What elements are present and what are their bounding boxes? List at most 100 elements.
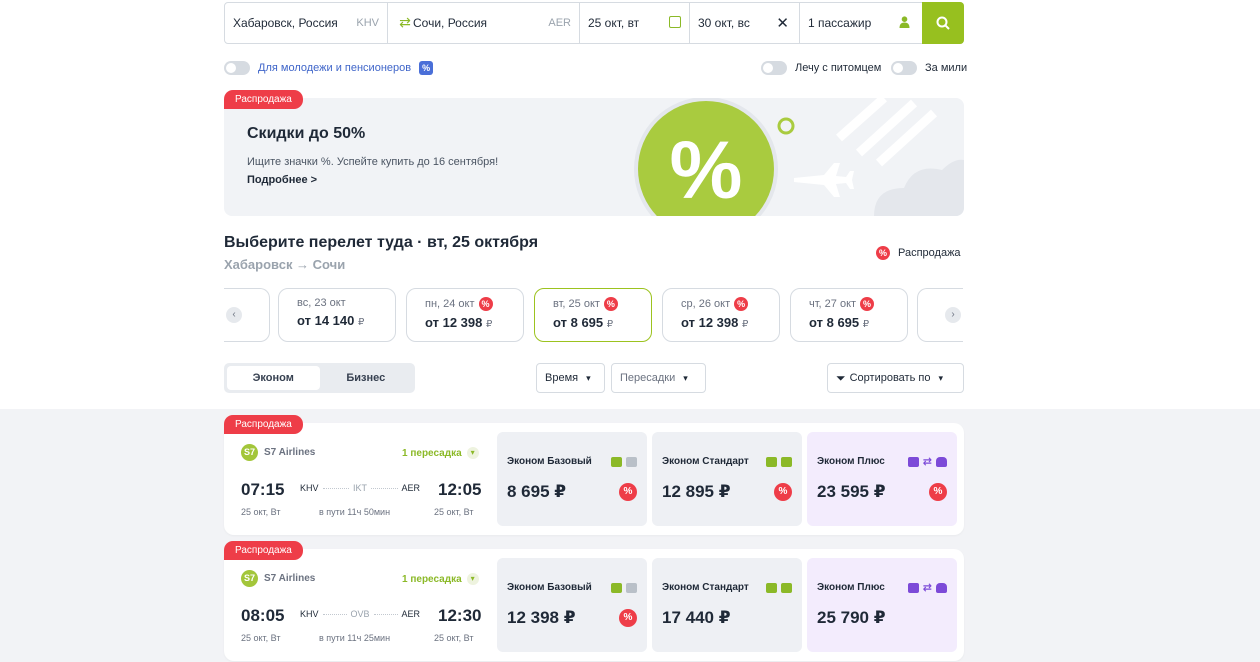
arrival-code: AER [401, 483, 421, 493]
miles-toggle[interactable] [891, 61, 917, 75]
date-tile-price: от 14 140 [297, 313, 355, 328]
sale-percent-icon: % [774, 483, 792, 501]
youth-label[interactable]: Для молодежи и пенсионеров [258, 62, 411, 74]
sale-percent-icon: % [734, 297, 749, 311]
chevron-down-icon: ▾ [586, 372, 591, 383]
departure-code: KHV [300, 609, 319, 619]
fare-option[interactable]: Эконом Стандарт 17 440 ₽ [652, 558, 802, 652]
cabin-switch: Эконом Бизнес [224, 363, 415, 393]
fare-price: 25 790 ₽ [817, 608, 886, 627]
chevron-down-icon: ▾ [466, 447, 479, 459]
carry-on-icon [611, 456, 622, 467]
sale-banner[interactable]: Скидки до 50% Ищите значки %. Успейте ку… [224, 98, 964, 216]
transfers-filter[interactable]: Пересадки ▾ [611, 363, 706, 393]
date-back-field[interactable]: 30 окт, вс ✕ [690, 3, 800, 43]
sort-dropdown[interactable]: ⏷ Сортировать по ▾ [827, 363, 964, 393]
chevron-right-icon: › [945, 307, 961, 323]
fare-option[interactable]: Эконом Базовый 8 695 ₽% [497, 432, 647, 526]
stops-label: 1 пересадка [402, 573, 462, 585]
clear-date-icon[interactable]: ✕ [776, 14, 789, 32]
stops-toggle[interactable]: 1 пересадка ▾ [402, 447, 479, 459]
flight-sale-tag: Распродажа [224, 541, 303, 560]
date-tile[interactable]: пн, 24 окт% от 12 398 ₽ [406, 288, 524, 342]
no-baggage-icon [626, 582, 637, 593]
sale-percent-icon: % [929, 483, 947, 501]
origin-field[interactable]: Хабаровск, Россия KHV [225, 3, 388, 43]
banner-illustration: % [634, 98, 964, 216]
date-tile-price: от 12 398 [425, 315, 483, 330]
s7-logo-icon: S7 [241, 570, 258, 587]
currency-sign: ₽ [357, 317, 365, 328]
fare-name: Эконом Плюс [817, 456, 885, 467]
chevron-down-icon: ▾ [683, 372, 688, 383]
miles-option[interactable]: За мили [891, 61, 967, 75]
tab-business[interactable]: Бизнес [320, 366, 413, 390]
youth-option[interactable]: Для молодежи и пенсионеров % [224, 61, 434, 75]
arrival-code: AER [401, 609, 421, 619]
banner-title: Скидки до 50% [247, 125, 366, 142]
flight-sale-tag: Распродажа [224, 415, 303, 434]
departure-date: 25 окт, Вт [241, 507, 281, 517]
carry-on-icon [766, 582, 777, 593]
date-there-value: 25 окт, вт [588, 16, 640, 30]
fare-name: Эконом Базовый [507, 582, 592, 593]
currency-sign: ₽ [485, 319, 493, 330]
date-there-field[interactable]: 25 окт, вт [580, 3, 690, 43]
flight-card[interactable]: Распродажа S7 S7 Airlines 1 пересадка ▾ 08:05… [224, 541, 964, 661]
search-icon [936, 16, 950, 30]
transfer-code: OVB [350, 609, 370, 619]
flight-duration: в пути 11ч 25мин [319, 633, 391, 643]
date-tile[interactable]: чт, 27 окт% от 8 695 ₽ [790, 288, 908, 342]
baggage-icon [781, 456, 792, 467]
chevron-left-icon: ‹ [226, 307, 242, 323]
sale-percent-icon: % [478, 297, 493, 311]
exchange-icon: ⇄ [922, 455, 932, 468]
search-button[interactable] [922, 2, 964, 44]
sale-legend-label: Распродажа [898, 247, 961, 259]
date-tile[interactable]: ср, 26 окт% от 12 398 ₽ [662, 288, 780, 342]
flight-card[interactable]: Распродажа S7 S7 Airlines 1 пересадка ▾ 07:15… [224, 415, 964, 535]
carousel-prev[interactable]: ‹ [224, 288, 270, 342]
fare-option[interactable]: Эконом Плюс ⇄ 25 790 ₽ [807, 558, 957, 652]
s7-logo-icon: S7 [241, 444, 258, 461]
chevron-down-icon: ▾ [938, 372, 943, 383]
fare-option[interactable]: Эконом Плюс ⇄ 23 595 ₽% [807, 432, 957, 526]
seat-icon [936, 456, 947, 467]
discount-icon: % [419, 61, 434, 75]
carousel-next[interactable]: › [917, 288, 963, 342]
calendar-icon [669, 16, 681, 28]
departure-code: KHV [300, 483, 319, 493]
flight-duration: в пути 11ч 50мин [319, 507, 391, 517]
pet-label: Лечу с питомцем [795, 62, 882, 74]
transfer-code: IKT [353, 483, 368, 493]
date-tile[interactable]: вс, 23 окт от 14 140 ₽ [278, 288, 396, 342]
sale-percent-icon: % [860, 297, 875, 311]
passengers-field[interactable]: 1 пассажир [800, 3, 922, 43]
fare-name: Эконом Базовый [507, 456, 592, 467]
youth-toggle[interactable] [224, 61, 250, 75]
baggage-icon [907, 456, 919, 467]
tab-economy[interactable]: Эконом [227, 366, 320, 390]
sale-percent-icon: % [876, 246, 890, 260]
destination-field[interactable]: Сочи, Россия AER [389, 3, 580, 43]
fare-option[interactable]: Эконом Стандарт 12 895 ₽% [652, 432, 802, 526]
arrival-time: 12:30 [438, 606, 482, 625]
sort-label: Сортировать по [849, 372, 931, 384]
miles-label: За мили [925, 62, 968, 74]
airline-name: S7 Airlines [264, 447, 316, 458]
date-tile[interactable]: вт, 25 окт% от 8 695 ₽ [534, 288, 652, 342]
time-filter[interactable]: Время ▾ [536, 363, 605, 393]
pet-option[interactable]: Лечу с питомцем [761, 61, 881, 75]
departure-time: 07:15 [241, 480, 285, 499]
stops-toggle[interactable]: 1 пересадка ▾ [402, 573, 479, 585]
exchange-icon: ⇄ [922, 581, 932, 594]
date-back-value: 30 окт, вс [698, 16, 750, 30]
svg-text:%: % [670, 125, 743, 216]
sale-percent-icon: % [603, 297, 618, 311]
person-icon [899, 16, 910, 31]
pet-toggle[interactable] [761, 61, 787, 75]
banner-link[interactable]: Подробнее > [247, 174, 317, 186]
seat-icon [936, 582, 947, 593]
fare-option[interactable]: Эконом Базовый 12 398 ₽% [497, 558, 647, 652]
date-tile-day: вт, 25 окт [553, 298, 600, 310]
